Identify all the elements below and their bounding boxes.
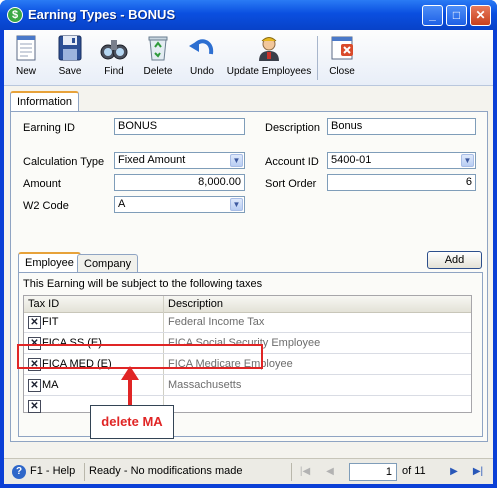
first-page-icon[interactable]: |◀ <box>297 464 313 480</box>
close-window-icon <box>331 36 353 60</box>
undo-button[interactable]: Undo <box>184 32 220 84</box>
annotation-highlight-box <box>17 344 263 369</box>
undo-label: Undo <box>190 66 214 77</box>
new-button[interactable]: New <box>8 32 44 84</box>
annotation-callout: delete MA <box>90 405 174 439</box>
last-page-icon[interactable]: ▶| <box>470 464 486 480</box>
status-separator <box>84 463 85 481</box>
column-description[interactable]: Description <box>168 298 223 310</box>
new-label: New <box>15 66 36 77</box>
tab-employee[interactable]: Employee <box>18 252 81 272</box>
toolbar: New Save Find Delete Undo Update Employe… <box>4 30 493 86</box>
calculation-type-label: Calculation Type <box>23 156 105 168</box>
toolbar-separator <box>317 36 318 80</box>
account-id-select[interactable]: 5400-01 ▼ <box>327 152 476 169</box>
calculation-type-value: Fixed Amount <box>118 154 186 166</box>
app-icon: $ <box>7 7 23 23</box>
delete-row-icon[interactable]: ✕ <box>28 400 41 413</box>
floppy-disk-icon <box>58 35 82 61</box>
annotation-arrow-icon <box>121 366 139 380</box>
close-label: Close <box>329 66 355 77</box>
earning-id-label: Earning ID <box>23 122 75 134</box>
status-separator <box>291 463 292 481</box>
table-row[interactable]: ✕ FIT Federal Income Tax <box>24 313 471 333</box>
account-id-value: 5400-01 <box>331 154 372 166</box>
sort-order-label: Sort Order <box>265 178 317 190</box>
find-label: Find <box>104 66 124 77</box>
recycle-bin-icon <box>148 36 168 61</box>
sort-order-field[interactable]: 6 <box>327 174 476 191</box>
w2-code-label: W2 Code <box>23 200 69 212</box>
binoculars-icon <box>100 40 128 60</box>
delete-row-icon[interactable]: ✕ <box>28 316 41 329</box>
earning-types-window: $ Earning Types - BONUS _ □ ✕ New Save F… <box>0 0 497 488</box>
add-button[interactable]: Add <box>427 251 482 269</box>
undo-arrow-icon <box>189 39 214 55</box>
chevron-down-icon[interactable]: ▼ <box>461 154 474 167</box>
status-bar: ? F1 - Help Ready - No modifications mad… <box>4 458 493 484</box>
amount-field[interactable]: 8,000.00 <box>114 174 245 191</box>
delete-button[interactable]: Delete <box>140 32 176 84</box>
update-employees-label: Update Employees <box>226 66 312 77</box>
chevron-down-icon[interactable]: ▼ <box>230 198 243 211</box>
tax-id-cell: MA <box>42 379 59 391</box>
save-button[interactable]: Save <box>52 32 88 84</box>
chevron-down-icon[interactable]: ▼ <box>230 154 243 167</box>
grid-header: Tax ID Description <box>24 296 471 313</box>
column-tax-id[interactable]: Tax ID <box>28 298 59 310</box>
close-window-button[interactable]: ✕ <box>470 5 491 26</box>
next-page-icon[interactable]: ▶ <box>446 464 462 480</box>
earning-id-field[interactable]: BONUS <box>114 118 245 135</box>
previous-page-icon[interactable]: ◀ <box>322 464 338 480</box>
window-title: Earning Types - BONUS <box>28 7 176 22</box>
help-label[interactable]: F1 - Help <box>30 465 75 477</box>
taxes-caption: This Earning will be subject to the foll… <box>23 278 263 290</box>
save-label: Save <box>58 66 82 77</box>
tax-id-cell: FIT <box>42 316 59 328</box>
help-icon[interactable]: ? <box>12 465 26 479</box>
close-button[interactable]: Close <box>324 32 360 84</box>
table-row[interactable]: ✕ MA Massachusetts <box>24 376 471 396</box>
page-count-label: of 11 <box>402 465 426 477</box>
maximize-button[interactable]: □ <box>446 5 467 26</box>
window-client-area: New Save Find Delete Undo Update Employe… <box>4 30 493 484</box>
information-panel: Earning ID BONUS Description Bonus Calcu… <box>10 111 488 442</box>
description-cell: Massachusetts <box>168 379 242 391</box>
account-id-label: Account ID <box>265 156 319 168</box>
description-label: Description <box>265 122 321 134</box>
find-button[interactable]: Find <box>96 32 132 84</box>
update-employees-button[interactable]: Update Employees <box>226 32 312 84</box>
description-cell: Federal Income Tax <box>168 316 265 328</box>
description-field[interactable]: Bonus <box>327 118 476 135</box>
delete-label: Delete <box>143 66 173 77</box>
new-document-icon <box>16 35 36 61</box>
calculation-type-select[interactable]: Fixed Amount ▼ <box>114 152 245 169</box>
delete-row-icon[interactable]: ✕ <box>28 379 41 392</box>
w2-code-value: A <box>118 198 126 210</box>
amount-label: Amount <box>23 178 61 190</box>
title-bar[interactable]: $ Earning Types - BONUS _ □ ✕ <box>0 0 497 30</box>
tab-information[interactable]: Information <box>10 91 80 111</box>
tab-company[interactable]: Company <box>77 254 139 272</box>
minimize-button[interactable]: _ <box>422 5 443 26</box>
status-message: Ready - No modifications made <box>89 465 243 477</box>
annotation-arrow-shaft <box>128 379 132 405</box>
employee-icon <box>259 37 279 61</box>
w2-code-select[interactable]: A ▼ <box>114 196 245 213</box>
page-number-input[interactable]: 1 <box>349 463 397 481</box>
